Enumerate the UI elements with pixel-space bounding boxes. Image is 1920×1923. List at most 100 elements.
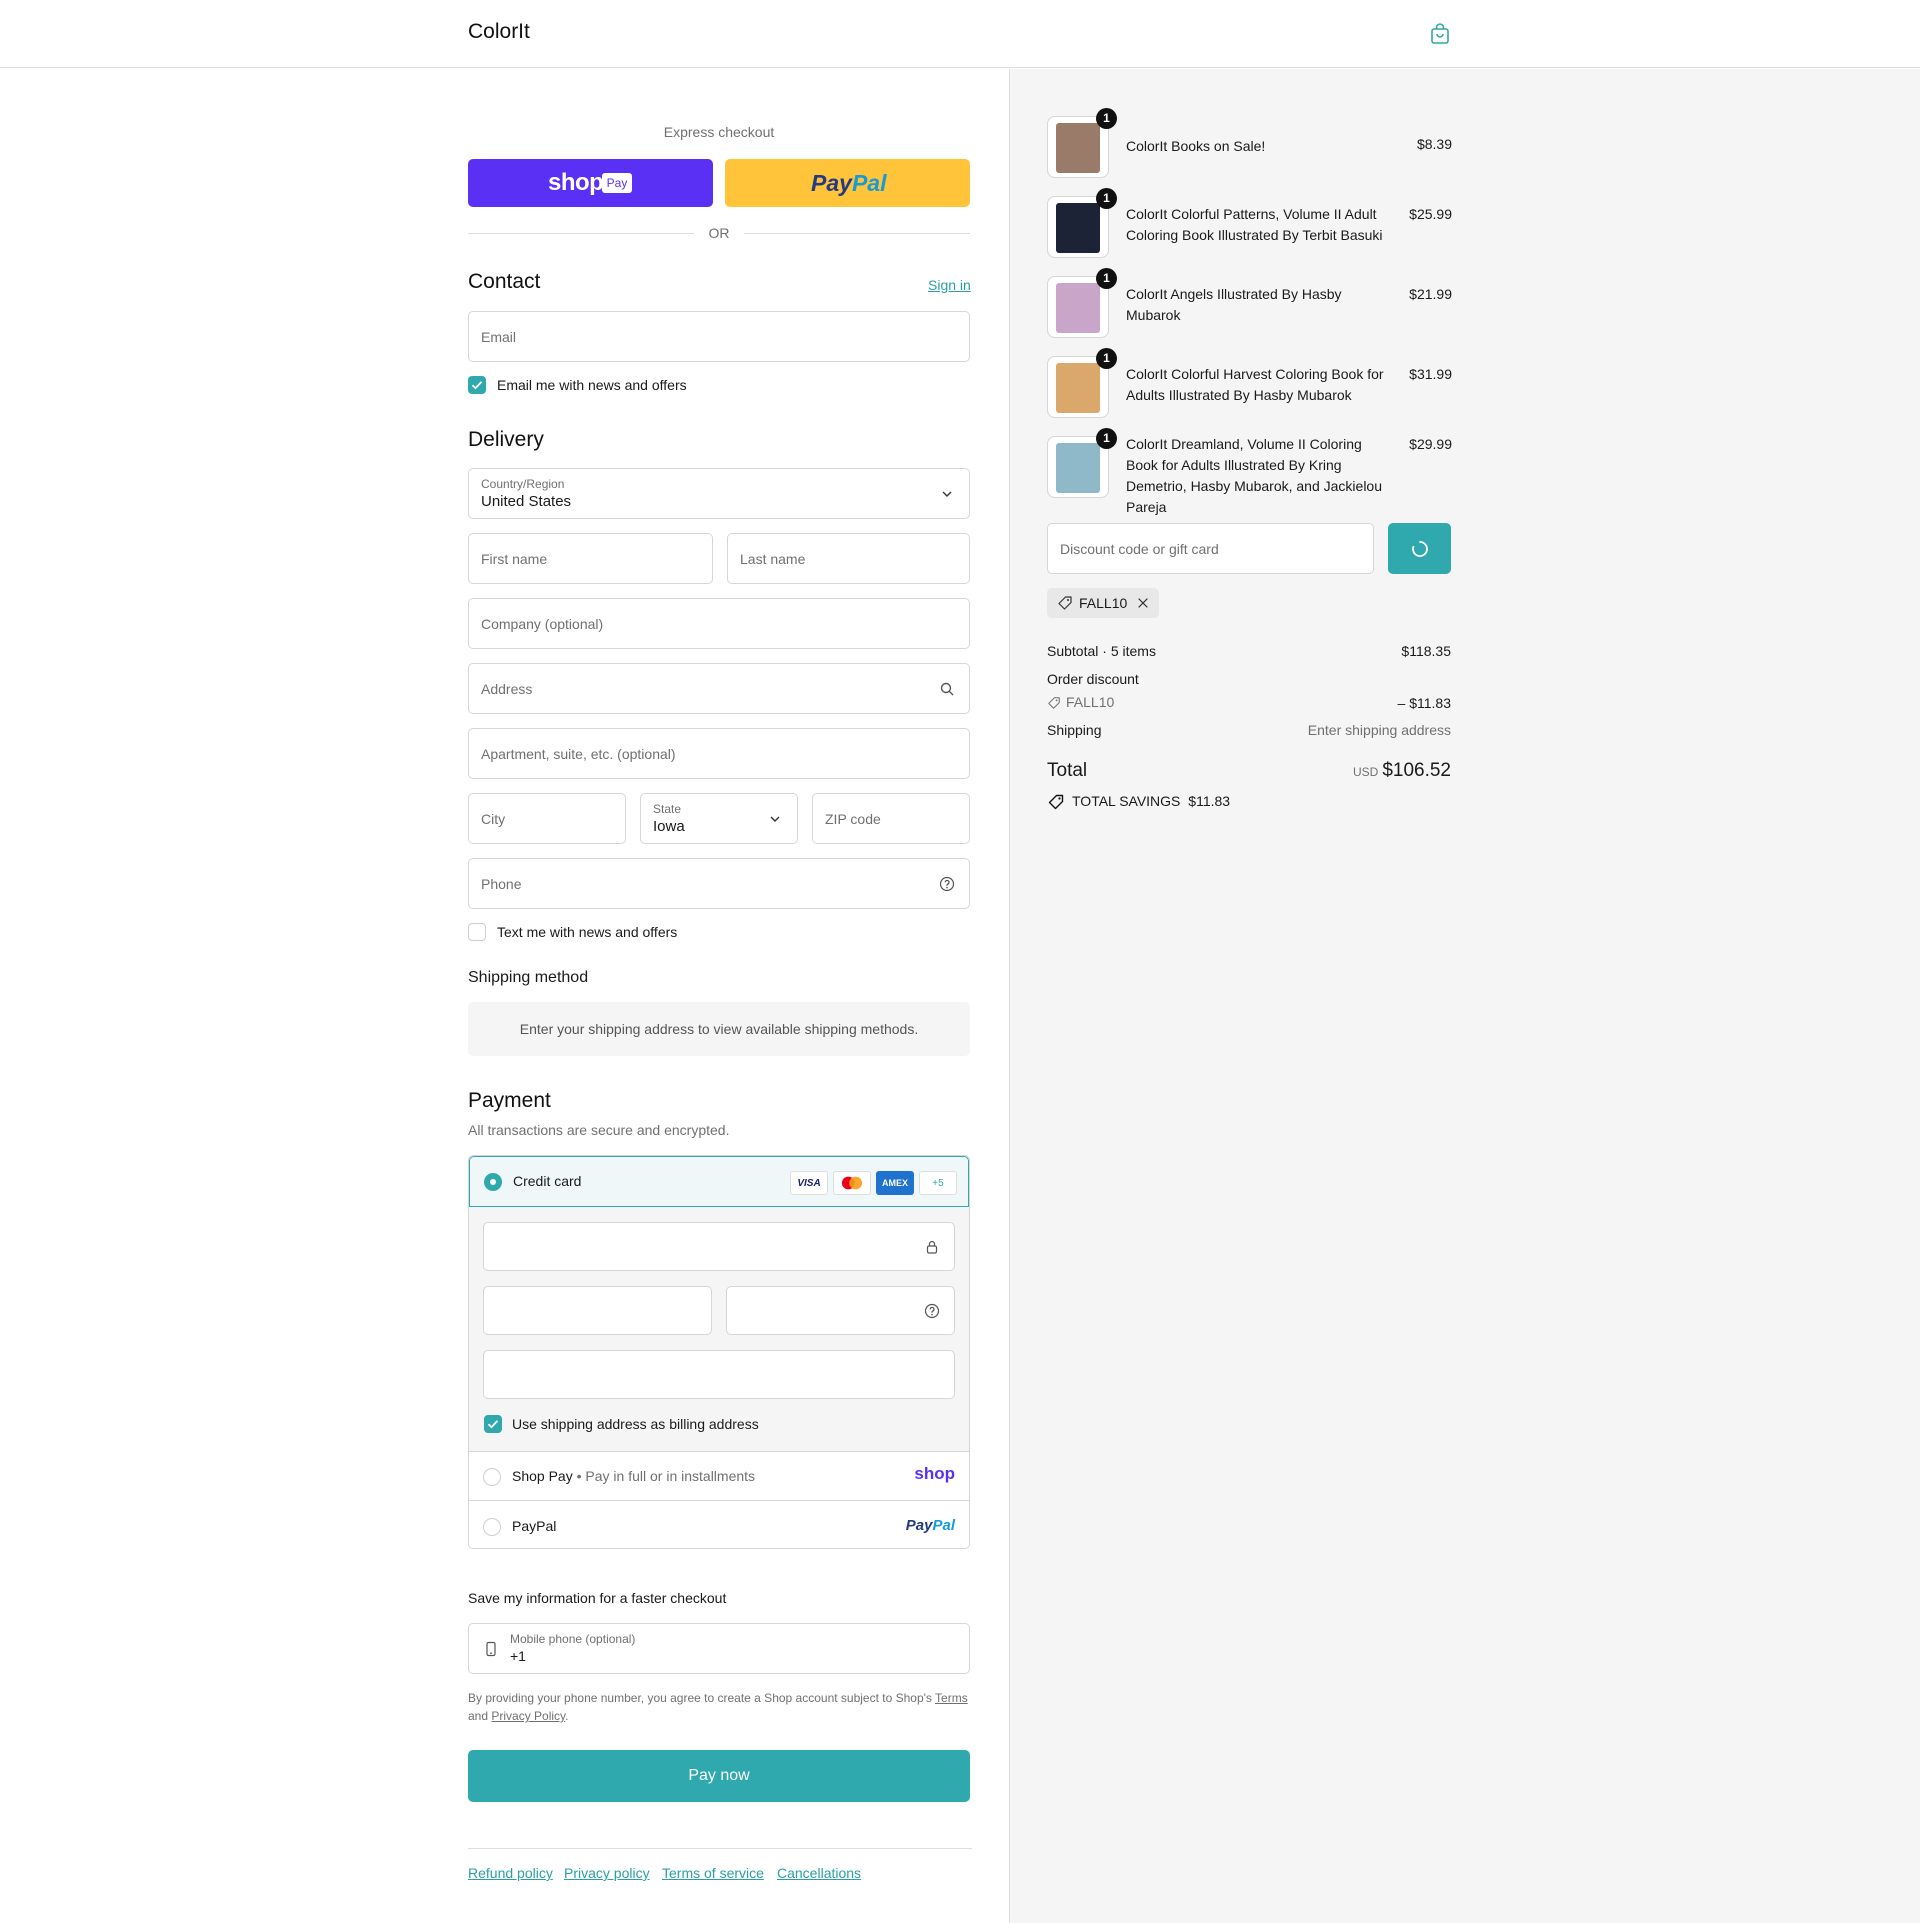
order-item: 1 ColorIt Angels Illustrated By Hasby Mu…	[1047, 268, 1452, 340]
paypal-express-button[interactable]: PayPal	[725, 159, 970, 207]
state-label: State	[653, 802, 682, 816]
credit-card-option[interactable]: Credit card VISA AMEX +5	[469, 1156, 969, 1207]
product-title: ColorIt Dreamland, Volume II Coloring Bo…	[1126, 436, 1383, 515]
paypal-logo-pal: Pal	[932, 1517, 955, 1534]
mobile-phone-label: Mobile phone (optional)	[510, 1632, 636, 1646]
footer-divider	[468, 1848, 972, 1849]
check-icon	[471, 381, 483, 390]
cancellations-link[interactable]: Cancellations	[777, 1865, 861, 1881]
shop-pay-option[interactable]: Shop Pay • Pay in full or in installment…	[469, 1452, 969, 1501]
payment-title: Payment	[468, 1089, 551, 1112]
email-opt-in-label: Email me with news and offers	[497, 377, 687, 393]
product-image	[1056, 123, 1100, 173]
refund-policy-link[interactable]: Refund policy	[468, 1865, 553, 1881]
credit-card-radio[interactable]	[484, 1173, 502, 1191]
zip-field[interactable]: ZIP code	[812, 793, 970, 844]
pay-now-button[interactable]: Pay now	[468, 1750, 970, 1802]
order-item: 1 ColorIt Dreamland, Volume II Coloring …	[1047, 428, 1452, 515]
payment-methods: Credit card VISA AMEX +5 Use shipping ad…	[468, 1155, 970, 1549]
address-placeholder: Address	[481, 680, 533, 697]
order-item: 1 ColorIt Colorful Harvest Coloring Book…	[1047, 348, 1452, 420]
email-field[interactable]: Email	[468, 311, 970, 362]
paypal-label: PayPal	[512, 1518, 557, 1534]
savings-tag-icon	[1048, 794, 1064, 810]
card-cvv-field[interactable]	[726, 1286, 955, 1335]
state-value: Iowa	[653, 818, 685, 835]
state-select[interactable]: State Iowa	[640, 793, 798, 844]
terms-of-service-link[interactable]: Terms of service	[662, 1865, 764, 1881]
first-name-field[interactable]: First name	[468, 533, 713, 584]
apply-discount-button[interactable]	[1388, 523, 1451, 574]
privacy-policy-link[interactable]: Privacy policy	[564, 1865, 650, 1881]
product-title: ColorIt Angels Illustrated By Hasby Muba…	[1126, 286, 1342, 323]
total-savings: TOTAL SAVINGS $11.83	[1072, 793, 1230, 809]
shop-pay-express-button[interactable]: shop Pay	[468, 159, 713, 207]
store-logo[interactable]: ColorIt	[468, 20, 530, 44]
total-label: Total	[1047, 760, 1088, 781]
billing-same-checkbox[interactable]	[484, 1415, 502, 1433]
order-discount-code: FALL10	[1066, 694, 1115, 710]
text-opt-in-label: Text me with news and offers	[497, 924, 678, 940]
paypal-logo-pay: Pay	[905, 1517, 933, 1534]
chevron-down-icon	[770, 816, 780, 822]
search-icon	[940, 682, 954, 695]
sign-in-link[interactable]: Sign in	[928, 277, 971, 293]
phone-field[interactable]: Phone	[468, 858, 970, 909]
help-icon[interactable]	[924, 1303, 940, 1319]
discount-code-field[interactable]: Discount code or gift card	[1047, 523, 1374, 574]
order-discount-label: Order discount	[1047, 671, 1139, 687]
card-name-field[interactable]	[483, 1350, 955, 1399]
help-icon[interactable]	[939, 876, 955, 892]
delivery-title: Delivery	[468, 428, 544, 451]
card-number-field[interactable]	[483, 1222, 955, 1271]
card-expiry-field[interactable]	[483, 1286, 712, 1335]
shopping-bag-icon[interactable]	[1428, 22, 1452, 46]
apartment-placeholder: Apartment, suite, etc. (optional)	[481, 745, 676, 762]
shop-terms-link[interactable]: Terms	[935, 1691, 968, 1705]
total-amount: USD $106.52	[1353, 760, 1451, 782]
divider	[744, 233, 970, 234]
paypal-radio[interactable]	[483, 1518, 501, 1536]
last-name-field[interactable]: Last name	[727, 533, 970, 584]
product-price: $31.99	[1409, 366, 1452, 382]
total-savings-value: $11.83	[1188, 793, 1231, 809]
mobile-phone-field[interactable]: Mobile phone (optional) +1	[468, 1623, 970, 1674]
shipping-method-notice: Enter your shipping address to view avai…	[468, 1002, 970, 1056]
order-discount-value: – $11.83	[1397, 695, 1451, 711]
product-price: $8.39	[1416, 136, 1452, 152]
email-opt-in-checkbox[interactable]	[468, 376, 486, 394]
discount-code-placeholder: Discount code or gift card	[1060, 540, 1219, 557]
mobile-phone-icon	[486, 1641, 496, 1657]
subtotal-label: Subtotal · 5 items	[1047, 643, 1156, 659]
applied-discount-code: FALL10	[1079, 595, 1128, 611]
billing-same-label: Use shipping address as billing address	[512, 1416, 759, 1432]
company-placeholder: Company (optional)	[481, 615, 604, 632]
country-value: United States	[481, 493, 572, 510]
product-image	[1056, 363, 1100, 413]
address-field[interactable]: Address	[468, 663, 970, 714]
product-image	[1056, 283, 1100, 333]
remove-discount-icon[interactable]	[1136, 596, 1150, 610]
shop-pay-separator: •	[576, 1468, 582, 1484]
apartment-field[interactable]: Apartment, suite, etc. (optional)	[468, 728, 970, 779]
quantity-badge: 1	[1096, 108, 1117, 129]
shop-pay-badge: Pay	[602, 173, 632, 193]
quantity-badge: 1	[1096, 268, 1117, 289]
city-field[interactable]: City	[468, 793, 626, 844]
product-title: ColorIt Colorful Patterns, Volume II Adu…	[1126, 206, 1383, 243]
shop-privacy-link[interactable]: Privacy Policy	[491, 1709, 565, 1723]
country-label: Country/Region	[481, 477, 565, 491]
country-select[interactable]: Country/Region United States	[468, 468, 970, 519]
header: ColorIt	[0, 0, 1920, 68]
quantity-badge: 1	[1096, 428, 1117, 449]
shop-pay-radio[interactable]	[483, 1468, 501, 1486]
subtotal-value: $118.35	[1401, 643, 1451, 659]
order-summary-panel	[1009, 69, 1920, 1923]
shop-pay-logo: shop	[914, 1464, 955, 1483]
product-image	[1056, 203, 1100, 253]
text-opt-in-checkbox[interactable]	[468, 923, 486, 941]
mobile-phone-value: +1	[510, 1648, 526, 1664]
paypal-option[interactable]: PayPal PayPal	[469, 1502, 969, 1548]
city-placeholder: City	[481, 810, 506, 827]
company-field[interactable]: Company (optional)	[468, 598, 970, 649]
